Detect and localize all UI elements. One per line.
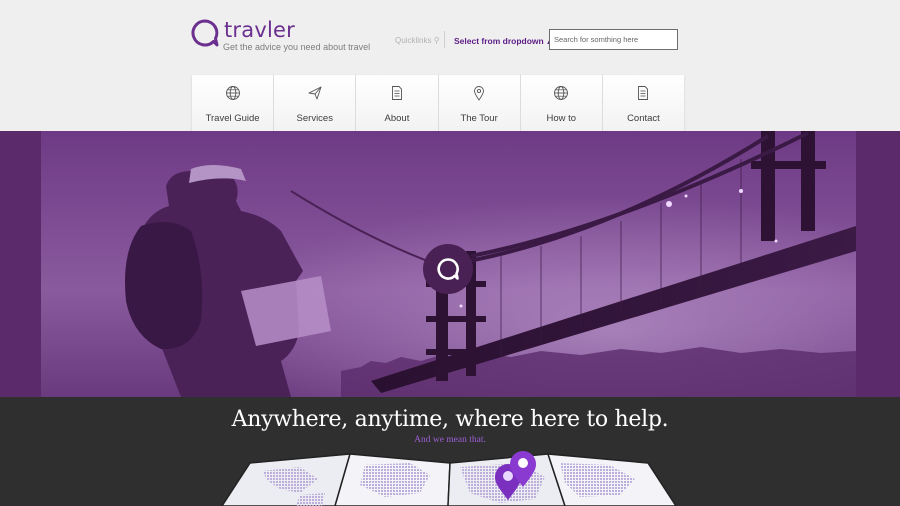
nav-item-about[interactable]: About xyxy=(356,75,439,132)
divider xyxy=(444,31,445,48)
nav-item-travel-guide[interactable]: Travel Guide xyxy=(192,75,275,132)
nav-label: The Tour xyxy=(460,113,498,124)
nav-label: Travel Guide xyxy=(205,113,260,124)
dropdown-select[interactable]: Select from dropdown▲︎ xyxy=(454,36,553,46)
nav-item-contact[interactable]: Contact xyxy=(602,75,685,132)
cta-headline: Anywhere, anytime, where here to help. xyxy=(231,407,669,432)
globe-icon xyxy=(554,86,569,100)
dropdown-label: Select from dropdown xyxy=(454,36,544,46)
brand-tagline: Get the advice you need about travel xyxy=(223,42,371,52)
search-input[interactable] xyxy=(549,29,678,50)
speech-bubble-logo-icon[interactable] xyxy=(191,19,219,47)
nav-label: About xyxy=(384,113,410,124)
paper-plane-icon xyxy=(308,86,322,100)
document-icon xyxy=(638,86,649,100)
hero-banner xyxy=(0,131,900,397)
document-icon xyxy=(391,86,402,100)
main-nav: Travel Guide Services About The Tour How… xyxy=(192,75,685,135)
nav-item-the-tour[interactable]: The Tour xyxy=(438,75,521,132)
globe-icon xyxy=(225,86,240,100)
brand-name[interactable]: travler xyxy=(224,18,295,42)
speech-bubble-icon xyxy=(437,258,459,280)
site-header: travler Get the advice you need about tr… xyxy=(0,0,900,135)
nav-label: How to xyxy=(546,113,577,124)
nav-item-services[interactable]: Services xyxy=(274,75,357,132)
nav-item-how-to[interactable]: How to xyxy=(520,75,603,132)
quicklinks-link[interactable]: Quicklinks ⚲ xyxy=(395,36,440,45)
map-pin-icon xyxy=(474,86,485,101)
quicklinks-label: Quicklinks xyxy=(395,36,432,45)
hero-speech-bubble-button[interactable] xyxy=(423,244,473,294)
cta-subline: And we mean that. xyxy=(414,435,486,445)
map-pin-icon: ⚲ xyxy=(433,36,440,45)
nav-label: Services xyxy=(296,113,333,124)
cta-band: Anywhere, anytime, where here to help. A… xyxy=(0,397,900,506)
nav-label: Contact xyxy=(627,113,660,124)
